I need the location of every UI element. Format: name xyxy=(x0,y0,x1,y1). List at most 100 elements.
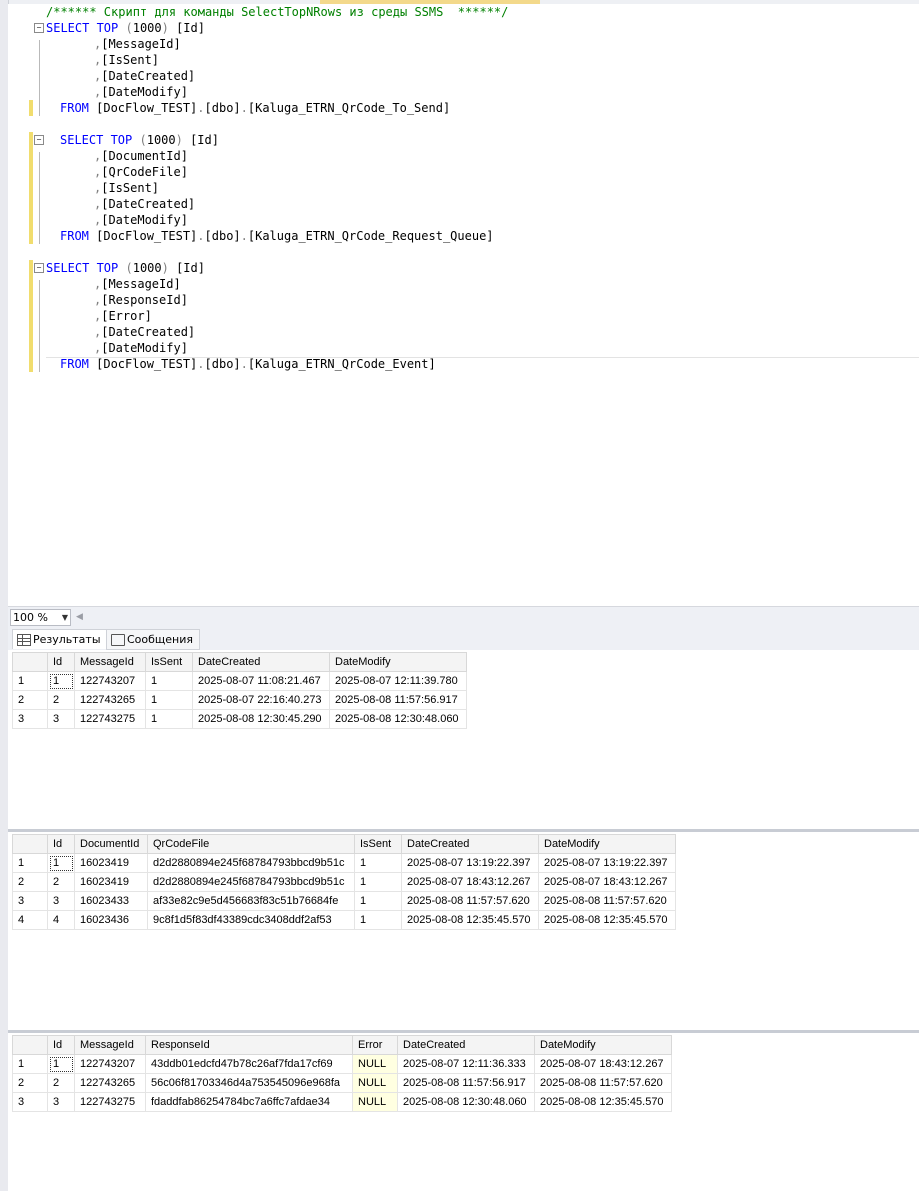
row-number[interactable]: 4 xyxy=(12,910,48,930)
column-header[interactable]: DateCreated xyxy=(397,1035,535,1055)
grid-cell[interactable]: 122743207 xyxy=(74,1054,146,1074)
grid-cell[interactable]: 1 xyxy=(354,853,402,873)
grid-cell[interactable]: 2025-08-08 12:30:48.060 xyxy=(329,709,467,729)
results-grid[interactable]: Id MessageId ResponseId Error DateCreated Dat… xyxy=(12,1035,672,1112)
tab-results[interactable]: Результаты xyxy=(12,629,108,649)
grid-cell[interactable]: 2025-08-08 12:35:45.570 xyxy=(534,1092,672,1112)
collapse-icon[interactable]: − xyxy=(34,135,44,145)
table-row[interactable]: 1 1 16023419 d2d2880894e245f68784793bbcd9b5… xyxy=(12,853,676,873)
table-row[interactable]: 3 3 122743275 fdaddfab86254784bc7a6ffc7afda… xyxy=(12,1092,672,1112)
row-number[interactable]: 2 xyxy=(12,1073,48,1093)
grid-cell[interactable]: 2025-08-08 11:57:57.620 xyxy=(401,891,539,911)
query-editor[interactable]: /****** Скрипт для команды SelectTopNRow… xyxy=(8,4,919,606)
grid-cell[interactable]: 2025-08-07 13:19:22.397 xyxy=(401,853,539,873)
grid-splitter[interactable] xyxy=(8,1030,919,1033)
grid-cell[interactable]: NULL xyxy=(352,1054,398,1074)
column-header[interactable]: Error xyxy=(352,1035,398,1055)
grid-cell[interactable]: d2d2880894e245f68784793bbcd9b51c xyxy=(147,853,355,873)
column-header[interactable]: IsSent xyxy=(145,652,193,672)
grid-cell[interactable]: 1 xyxy=(354,872,402,892)
grid-cell[interactable]: 2025-08-07 12:11:39.780 xyxy=(329,671,467,691)
grid-cell[interactable]: 3 xyxy=(47,709,75,729)
row-number[interactable]: 3 xyxy=(12,709,48,729)
grid-cell[interactable]: 2025-08-08 11:57:57.620 xyxy=(538,891,676,911)
row-number[interactable]: 1 xyxy=(12,671,48,691)
scroll-left-icon[interactable]: ◀ xyxy=(76,612,83,622)
column-header[interactable]: DateModify xyxy=(534,1035,672,1055)
column-header[interactable] xyxy=(12,1035,48,1055)
table-row[interactable]: 2 2 122743265 1 2025-08-07 22:16:40.273 2025-… xyxy=(12,690,467,710)
grid-cell[interactable]: d2d2880894e245f68784793bbcd9b51c xyxy=(147,872,355,892)
column-header[interactable] xyxy=(12,834,48,854)
grid-cell[interactable]: 1 xyxy=(47,1054,75,1074)
column-header[interactable]: Id xyxy=(47,652,75,672)
table-row[interactable]: 1 1 122743207 1 2025-08-07 11:08:21.467 2025-… xyxy=(12,671,467,691)
tab-messages[interactable]: Сообщения xyxy=(106,629,201,650)
table-row[interactable]: 3 3 122743275 1 2025-08-08 12:30:45.290 2025-… xyxy=(12,709,467,729)
grid-cell[interactable]: 2025-08-07 18:43:12.267 xyxy=(401,872,539,892)
grid-cell[interactable]: 9c8f1d5f83df43389cdc3408ddf2af53 xyxy=(147,910,355,930)
grid-cell[interactable]: 16023419 xyxy=(74,853,148,873)
column-header[interactable] xyxy=(12,652,48,672)
grid-cell[interactable]: 56c06f81703346d4a753545096e968fa xyxy=(145,1073,353,1093)
collapse-icon[interactable]: − xyxy=(34,263,44,273)
collapse-icon[interactable]: − xyxy=(34,23,44,33)
row-number[interactable]: 3 xyxy=(12,891,48,911)
grid-splitter[interactable] xyxy=(8,829,919,832)
column-header[interactable]: Id xyxy=(47,834,75,854)
column-header[interactable]: DateModify xyxy=(329,652,467,672)
grid-cell[interactable]: af33e82c9e5d456683f83c51b76684fe xyxy=(147,891,355,911)
grid-cell[interactable]: 1 xyxy=(145,709,193,729)
grid-cell[interactable]: 2025-08-08 12:35:45.570 xyxy=(538,910,676,930)
column-header[interactable]: DocumentId xyxy=(74,834,148,854)
grid-cell[interactable]: 16023436 xyxy=(74,910,148,930)
row-number[interactable]: 3 xyxy=(12,1092,48,1112)
grid-cell[interactable]: 1 xyxy=(47,853,75,873)
grid-cell[interactable]: 2 xyxy=(47,690,75,710)
grid-cell[interactable]: 1 xyxy=(47,671,75,691)
column-header[interactable]: DateCreated xyxy=(401,834,539,854)
grid-cell[interactable]: 43ddb01edcfd47b78c26af7fda17cf69 xyxy=(145,1054,353,1074)
grid-cell[interactable]: 2025-08-07 12:11:36.333 xyxy=(397,1054,535,1074)
column-header[interactable]: ResponseId xyxy=(145,1035,353,1055)
table-row[interactable]: 2 2 122743265 56c06f81703346d4a753545096e96… xyxy=(12,1073,672,1093)
table-row[interactable]: 1 1 122743207 43ddb01edcfd47b78c26af7fda17c… xyxy=(12,1054,672,1074)
column-header[interactable]: QrCodeFile xyxy=(147,834,355,854)
grid-cell[interactable]: 1 xyxy=(145,690,193,710)
grid-cell[interactable]: 2025-08-07 13:19:22.397 xyxy=(538,853,676,873)
grid-cell[interactable]: 122743265 xyxy=(74,690,146,710)
column-header[interactable]: Id xyxy=(47,1035,75,1055)
grid-cell[interactable]: 2025-08-08 12:35:45.570 xyxy=(401,910,539,930)
row-number[interactable]: 1 xyxy=(12,853,48,873)
grid-cell[interactable]: 1 xyxy=(145,671,193,691)
grid-cell[interactable]: 2025-08-08 11:57:56.917 xyxy=(329,690,467,710)
grid-cell[interactable]: 2025-08-08 12:30:48.060 xyxy=(397,1092,535,1112)
grid-cell[interactable]: 1 xyxy=(354,910,402,930)
grid-cell[interactable]: 2025-08-07 22:16:40.273 xyxy=(192,690,330,710)
grid-cell[interactable]: 1 xyxy=(354,891,402,911)
row-number[interactable]: 2 xyxy=(12,690,48,710)
grid-cell[interactable]: 2 xyxy=(47,872,75,892)
column-header[interactable]: DateCreated xyxy=(192,652,330,672)
grid-cell[interactable]: 2025-08-08 11:57:57.620 xyxy=(534,1073,672,1093)
column-header[interactable]: MessageId xyxy=(74,1035,146,1055)
results-grid[interactable]: Id MessageId IsSent DateCreated DateModify 1 1… xyxy=(12,652,467,729)
grid-cell[interactable]: 3 xyxy=(47,1092,75,1112)
grid-cell[interactable]: 2025-08-07 18:43:12.267 xyxy=(534,1054,672,1074)
table-row[interactable]: 4 4 16023436 9c8f1d5f83df43389cdc3408ddf2af… xyxy=(12,910,676,930)
grid-cell[interactable]: fdaddfab86254784bc7a6ffc7afdae34 xyxy=(145,1092,353,1112)
grid-cell[interactable]: NULL xyxy=(352,1092,398,1112)
column-header[interactable]: MessageId xyxy=(74,652,146,672)
grid-cell[interactable]: NULL xyxy=(352,1073,398,1093)
row-number[interactable]: 2 xyxy=(12,872,48,892)
grid-cell[interactable]: 3 xyxy=(47,891,75,911)
grid-cell[interactable]: 4 xyxy=(47,910,75,930)
grid-cell[interactable]: 122743275 xyxy=(74,1092,146,1112)
grid-cell[interactable]: 16023433 xyxy=(74,891,148,911)
row-number[interactable]: 1 xyxy=(12,1054,48,1074)
grid-cell[interactable]: 122743265 xyxy=(74,1073,146,1093)
column-header[interactable]: IsSent xyxy=(354,834,402,854)
grid-cell[interactable]: 16023419 xyxy=(74,872,148,892)
results-grid[interactable]: Id DocumentId QrCodeFile IsSent DateCreated D… xyxy=(12,834,676,930)
grid-cell[interactable]: 2025-08-07 11:08:21.467 xyxy=(192,671,330,691)
